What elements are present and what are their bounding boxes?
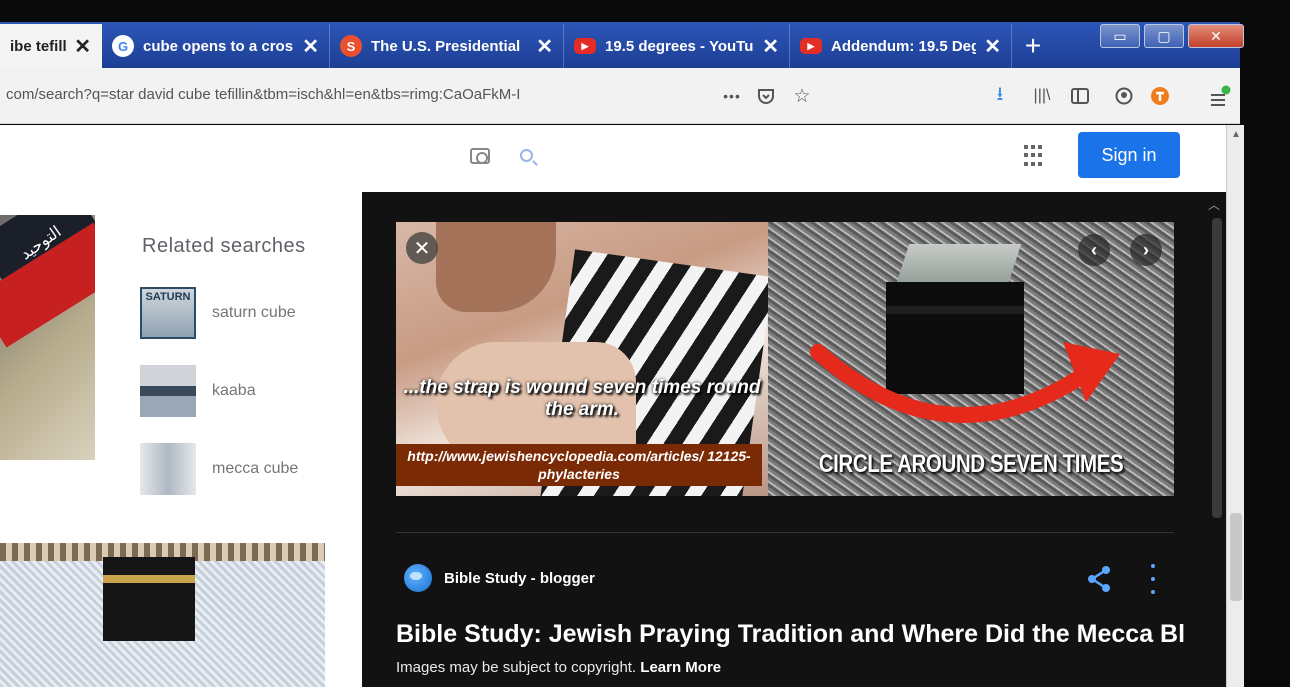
circle-arrow-graphic xyxy=(810,342,1120,423)
tab-youtube-19-5[interactable]: ▶ 19.5 degrees - YouTu ✕ xyxy=(564,24,790,68)
minimize-button[interactable]: ▭ xyxy=(1100,24,1140,48)
tab-title: 19.5 degrees - YouTu xyxy=(605,37,754,55)
image-caption: CIRCLE AROUND SEVEN TIMES xyxy=(818,450,1124,478)
tab-title: ibe tefill xyxy=(10,37,67,55)
viewer-scrollbar[interactable] xyxy=(1212,218,1222,518)
more-actions-icon[interactable]: ••• xyxy=(718,82,746,110)
related-thumbnail xyxy=(140,365,196,417)
account-icon[interactable] xyxy=(1110,82,1138,110)
google-icon: G xyxy=(112,35,134,57)
menu-update-icon[interactable] xyxy=(1206,82,1234,110)
download-icon[interactable]: ⭳ xyxy=(986,82,1014,110)
source-name: Bible Study - blogger xyxy=(444,569,595,587)
related-search-kaaba[interactable]: kaaba xyxy=(140,365,322,417)
source-link[interactable]: Bible Study - blogger xyxy=(404,564,595,592)
tab-cube-opens[interactable]: G cube opens to a cros ✕ xyxy=(102,24,330,68)
learn-more-link[interactable]: Learn More xyxy=(640,659,721,676)
youtube-icon: ▶ xyxy=(800,38,822,54)
new-tab-button[interactable]: + xyxy=(1016,26,1050,66)
tab-close-icon[interactable]: ✕ xyxy=(74,34,91,59)
window-controls: ▭ ▢ ✕ xyxy=(1100,24,1244,48)
chevron-up-icon[interactable]: ︿ xyxy=(1208,196,1220,213)
related-search-mecca-cube[interactable]: mecca cube xyxy=(140,443,322,495)
search-icon[interactable] xyxy=(520,149,533,162)
preview-image[interactable]: ✕ ...the strap is wound seven times roun… xyxy=(396,222,1174,496)
previous-image-button[interactable]: ‹ xyxy=(1078,234,1110,266)
chevron-up-icon[interactable]: ▲ xyxy=(1231,129,1241,140)
related-search-label: mecca cube xyxy=(212,460,299,477)
image-caption-url: http://www.jewishencyclopedia.com/articl… xyxy=(396,444,762,486)
page-scrollbar[interactable]: ▲ xyxy=(1226,125,1244,687)
thumbnail-graphic xyxy=(103,557,195,641)
image-caption: ...the strap is wound seven times round … xyxy=(403,377,761,420)
related-thumbnail xyxy=(140,443,196,495)
tab-addendum[interactable]: ▶ Addendum: 19.5 Deg ✕ xyxy=(790,24,1012,68)
related-search-label: kaaba xyxy=(212,382,256,399)
browser-window: ibe tefill ✕ G cube opens to a cros ✕ S … xyxy=(0,0,1290,687)
tab-close-icon[interactable]: ✕ xyxy=(762,34,779,59)
tab-title: cube opens to a cros xyxy=(143,37,294,55)
tab-active[interactable]: ibe tefill ✕ xyxy=(0,24,102,68)
scrollbar-thumb[interactable] xyxy=(1230,513,1242,601)
sign-in-button[interactable]: Sign in xyxy=(1078,132,1180,178)
result-title-link[interactable]: Bible Study: Jewish Praying Tradition an… xyxy=(396,620,1196,649)
bookmark-star-icon[interactable]: ☆ xyxy=(788,82,816,110)
address-bar[interactable]: com/search?q=star david cube tefillin&tb… xyxy=(6,86,706,103)
camera-search-icon[interactable] xyxy=(470,148,490,164)
maximize-button[interactable]: ▢ xyxy=(1144,24,1184,48)
tab-close-icon[interactable]: ✕ xyxy=(536,34,553,59)
thumbnail-text: SATURN xyxy=(145,291,191,303)
related-search-label: saturn cube xyxy=(212,304,296,321)
tab-presidential[interactable]: S The U.S. Presidential ✕ xyxy=(330,24,564,68)
thumbnail-graphic xyxy=(103,575,195,583)
navigation-bar: com/search?q=star david cube tefillin&tb… xyxy=(0,68,1240,124)
image-graphic xyxy=(886,306,1024,314)
globe-icon xyxy=(404,564,432,592)
extension-icon[interactable] xyxy=(1146,82,1174,110)
result-thumbnail[interactable] xyxy=(0,543,325,687)
close-window-button[interactable]: ✕ xyxy=(1188,24,1244,48)
search-results-page: Sign in التوحيد Related searches SATURN … xyxy=(0,125,1226,687)
tab-title: Addendum: 19.5 Deg xyxy=(831,37,977,55)
apps-grid-icon[interactable] xyxy=(1024,145,1046,167)
related-search-saturn-cube[interactable]: SATURN saturn cube xyxy=(140,287,322,339)
tab-close-icon[interactable]: ✕ xyxy=(302,34,319,59)
copyright-notice: Images may be subject to copyright. Lear… xyxy=(396,659,721,676)
site-icon: S xyxy=(340,35,362,57)
close-viewer-button[interactable]: ✕ xyxy=(406,232,438,264)
library-icon[interactable]: |||\ xyxy=(1028,82,1056,110)
tefillin-image: ✕ ...the strap is wound seven times roun… xyxy=(396,222,768,496)
sidebar-icon[interactable] xyxy=(1066,82,1094,110)
copyright-text: Images may be subject to copyright. xyxy=(396,659,637,676)
image-graphic xyxy=(436,222,556,312)
tab-strip: ibe tefill ✕ G cube opens to a cros ✕ S … xyxy=(0,22,1244,68)
related-thumbnail: SATURN xyxy=(140,287,196,339)
kaaba-image: ‹ › CIRCLE AROUND SEVEN TIMES xyxy=(768,222,1174,496)
related-searches-heading: Related searches xyxy=(142,235,306,257)
next-image-button[interactable]: › xyxy=(1130,234,1162,266)
result-thumbnail[interactable]: التوحيد xyxy=(0,215,95,460)
youtube-icon: ▶ xyxy=(574,38,596,54)
tab-close-icon[interactable]: ✕ xyxy=(984,34,1001,59)
image-viewer-panel: ︿ ✕ ...the strap is wound seven times ro… xyxy=(362,192,1226,687)
divider xyxy=(396,532,1174,533)
share-icon[interactable] xyxy=(1084,564,1114,594)
tab-title: The U.S. Presidential xyxy=(371,37,521,55)
more-options-icon[interactable] xyxy=(1148,564,1158,594)
pocket-icon[interactable] xyxy=(752,82,780,110)
